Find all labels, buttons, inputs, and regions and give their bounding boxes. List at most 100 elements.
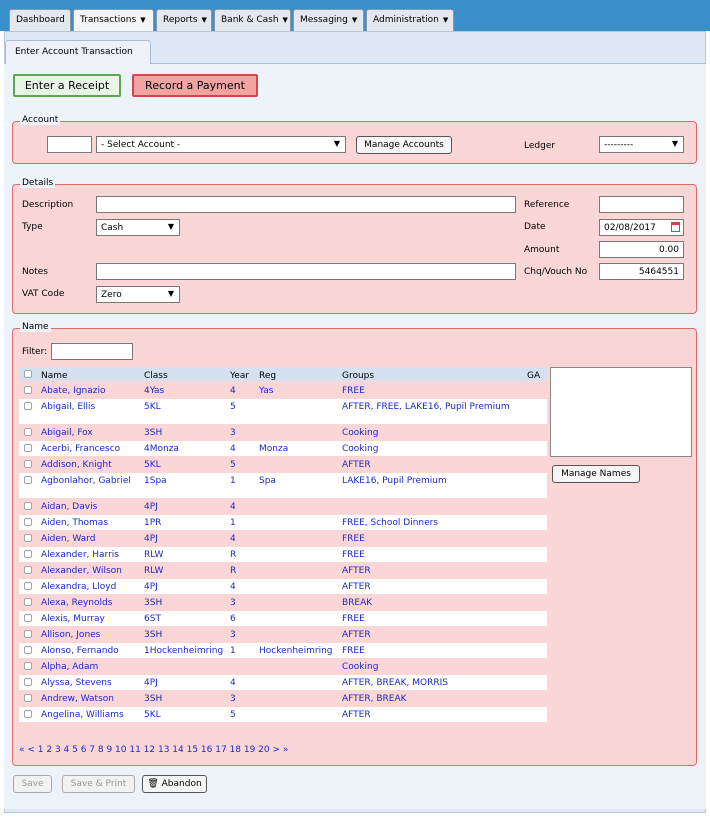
table-row[interactable]: Andrew, Watson 3SH 3 AFTER, BREAK	[19, 691, 547, 706]
select-account-dropdown[interactable]: - Select Account - ▼	[96, 136, 346, 153]
row-checkbox[interactable]	[24, 566, 32, 574]
cell-reg: Monza	[259, 444, 289, 454]
manage-accounts-button[interactable]: Manage Accounts	[356, 136, 452, 154]
cell-name: Alexis, Murray	[41, 614, 105, 624]
row-checkbox[interactable]	[24, 630, 32, 638]
table-row[interactable]: Alonso, Fernando 1Hockenheimring 1 Hockenhe…	[19, 643, 547, 658]
chq-vouch-label: Chq/Vouch No	[524, 267, 588, 277]
nav-tab-messaging[interactable]: Messaging ▼	[293, 9, 364, 31]
save-button[interactable]: Save	[13, 775, 52, 793]
manage-names-button[interactable]: Manage Names	[552, 465, 640, 483]
table-row[interactable]: Agbonlahor, Gabriel 1Spa 1 Spa LAKE16, Pupil…	[19, 473, 547, 498]
row-checkbox[interactable]	[24, 646, 32, 654]
table-row[interactable]: Aiden, Ward 4PJ 4 FREE	[19, 531, 547, 546]
table-row[interactable]: Abigail, Ellis 5KL 5 AFTER, FREE, LAKE16, P…	[19, 399, 547, 424]
nav-tab-reports[interactable]: Reports ▼	[156, 9, 212, 31]
enter-receipt-button[interactable]: Enter a Receipt	[13, 74, 121, 97]
row-checkbox[interactable]	[24, 534, 32, 542]
table-row[interactable]: Alexander, Harris RLW R FREE	[19, 547, 547, 562]
row-checkbox[interactable]	[24, 444, 32, 452]
row-checkbox[interactable]	[24, 614, 32, 622]
nav-tab-administration[interactable]: Administration ▼	[366, 9, 454, 31]
cell-class: 3SH	[144, 630, 163, 640]
table-row[interactable]: Alexandra, Lloyd 4PJ 4 AFTER	[19, 579, 547, 594]
cell-reg: Hockenheimring	[259, 646, 333, 656]
column-header-year[interactable]: Year	[230, 371, 249, 381]
button-label: Manage Names	[561, 469, 631, 479]
calendar-icon[interactable]	[671, 222, 680, 232]
cell-year: 5	[230, 402, 236, 412]
account-code-input[interactable]	[47, 136, 92, 153]
tab-enter-account-transaction[interactable]: Enter Account Transaction	[5, 40, 151, 64]
cell-class: 1Spa	[144, 476, 167, 486]
nav-tab-dashboard[interactable]: Dashboard	[9, 9, 71, 31]
record-payment-button[interactable]: Record a Payment	[132, 74, 258, 97]
pagination[interactable]: « < 1 2 3 4 5 6 7 8 9 10 11 12 13 14 15 …	[19, 745, 288, 755]
filter-input[interactable]	[51, 343, 133, 360]
button-label: Record a Payment	[145, 79, 245, 92]
column-header-class[interactable]: Class	[144, 371, 168, 381]
cell-class: 4PJ	[144, 502, 158, 512]
cell-year: 5	[230, 460, 236, 470]
table-row[interactable]: Alexis, Murray 6ST 6 FREE	[19, 611, 547, 626]
row-checkbox[interactable]	[24, 518, 32, 526]
table-row[interactable]: Abate, Ignazio 4Yas 4 Yas FREE	[19, 383, 547, 398]
date-input[interactable]: 02/08/2017	[599, 219, 684, 236]
column-header-reg[interactable]: Reg	[259, 371, 276, 381]
selected-names-box[interactable]	[550, 367, 692, 457]
table-row[interactable]: Alexa, Reynolds 3SH 3 BREAK	[19, 595, 547, 610]
row-checkbox[interactable]	[24, 598, 32, 606]
table-row[interactable]: Aidan, Davis 4PJ 4	[19, 499, 547, 514]
cell-name: Alexander, Wilson	[41, 566, 122, 576]
table-row[interactable]: Abigail, Fox 3SH 3 Cooking	[19, 425, 547, 440]
description-input[interactable]	[96, 196, 516, 213]
save-print-button[interactable]: Save & Print	[62, 775, 135, 793]
column-header-name[interactable]: Name	[41, 371, 68, 381]
nav-tab-bank-cash[interactable]: Bank & Cash ▼	[214, 9, 291, 31]
reference-input[interactable]	[599, 196, 684, 213]
nav-tab-label: Messaging	[300, 15, 348, 25]
column-header-groups[interactable]: Groups	[342, 371, 374, 381]
table-row[interactable]: Alpha, Adam Cooking	[19, 659, 547, 674]
nav-tab-label: Bank & Cash	[221, 15, 279, 25]
cell-name: Allison, Jones	[41, 630, 101, 640]
table-row[interactable]: Allison, Jones 3SH 3 AFTER	[19, 627, 547, 642]
cell-name: Aiden, Thomas	[41, 518, 109, 528]
vat-code-dropdown[interactable]: Zero ▼	[96, 286, 180, 303]
cell-year: 5	[230, 710, 236, 720]
chq-vouch-input[interactable]: 5464551	[599, 263, 684, 280]
row-checkbox[interactable]	[24, 694, 32, 702]
row-checkbox[interactable]	[24, 402, 32, 410]
table-row[interactable]: Angelina, Williams 5KL 5 AFTER	[19, 707, 547, 722]
notes-input[interactable]	[96, 263, 516, 280]
row-checkbox[interactable]	[24, 386, 32, 394]
cell-groups: Cooking	[342, 444, 379, 454]
row-checkbox[interactable]	[24, 582, 32, 590]
table-row[interactable]: Acerbi, Francesco 4Monza 4 Monza Cooking	[19, 441, 547, 456]
row-checkbox[interactable]	[24, 502, 32, 510]
type-dropdown[interactable]: Cash ▼	[96, 219, 180, 236]
row-checkbox[interactable]	[24, 460, 32, 468]
table-row[interactable]: Alyssa, Stevens 4PJ 4 AFTER, BREAK, MORRIS	[19, 675, 547, 690]
row-checkbox[interactable]	[24, 550, 32, 558]
chevron-down-icon: ▼	[167, 222, 174, 231]
row-checkbox[interactable]	[24, 428, 32, 436]
amount-input[interactable]: 0.00	[599, 241, 684, 258]
column-header-ga[interactable]: GA	[527, 371, 540, 381]
table-row[interactable]: Alexander, Wilson RLW R AFTER	[19, 563, 547, 578]
nav-tab-transactions[interactable]: Transactions ▼	[73, 9, 154, 31]
row-checkbox[interactable]	[24, 710, 32, 718]
cell-name: Alpha, Adam	[41, 662, 99, 672]
select-value: Cash	[101, 223, 124, 233]
table-row[interactable]: Addison, Knight 5KL 5 AFTER	[19, 457, 547, 472]
row-checkbox[interactable]	[24, 662, 32, 670]
row-checkbox[interactable]	[24, 678, 32, 686]
select-all-checkbox[interactable]	[24, 370, 32, 378]
cell-year: R	[230, 550, 237, 560]
cell-groups: AFTER	[342, 582, 371, 592]
table-row[interactable]: Aiden, Thomas 1PR 1 FREE, School Dinners	[19, 515, 547, 530]
row-checkbox[interactable]	[24, 476, 32, 484]
abandon-button[interactable]: 🗑 Abandon	[142, 775, 207, 793]
ledger-dropdown[interactable]: --------- ▼	[599, 136, 684, 153]
button-label: Manage Accounts	[364, 140, 444, 150]
